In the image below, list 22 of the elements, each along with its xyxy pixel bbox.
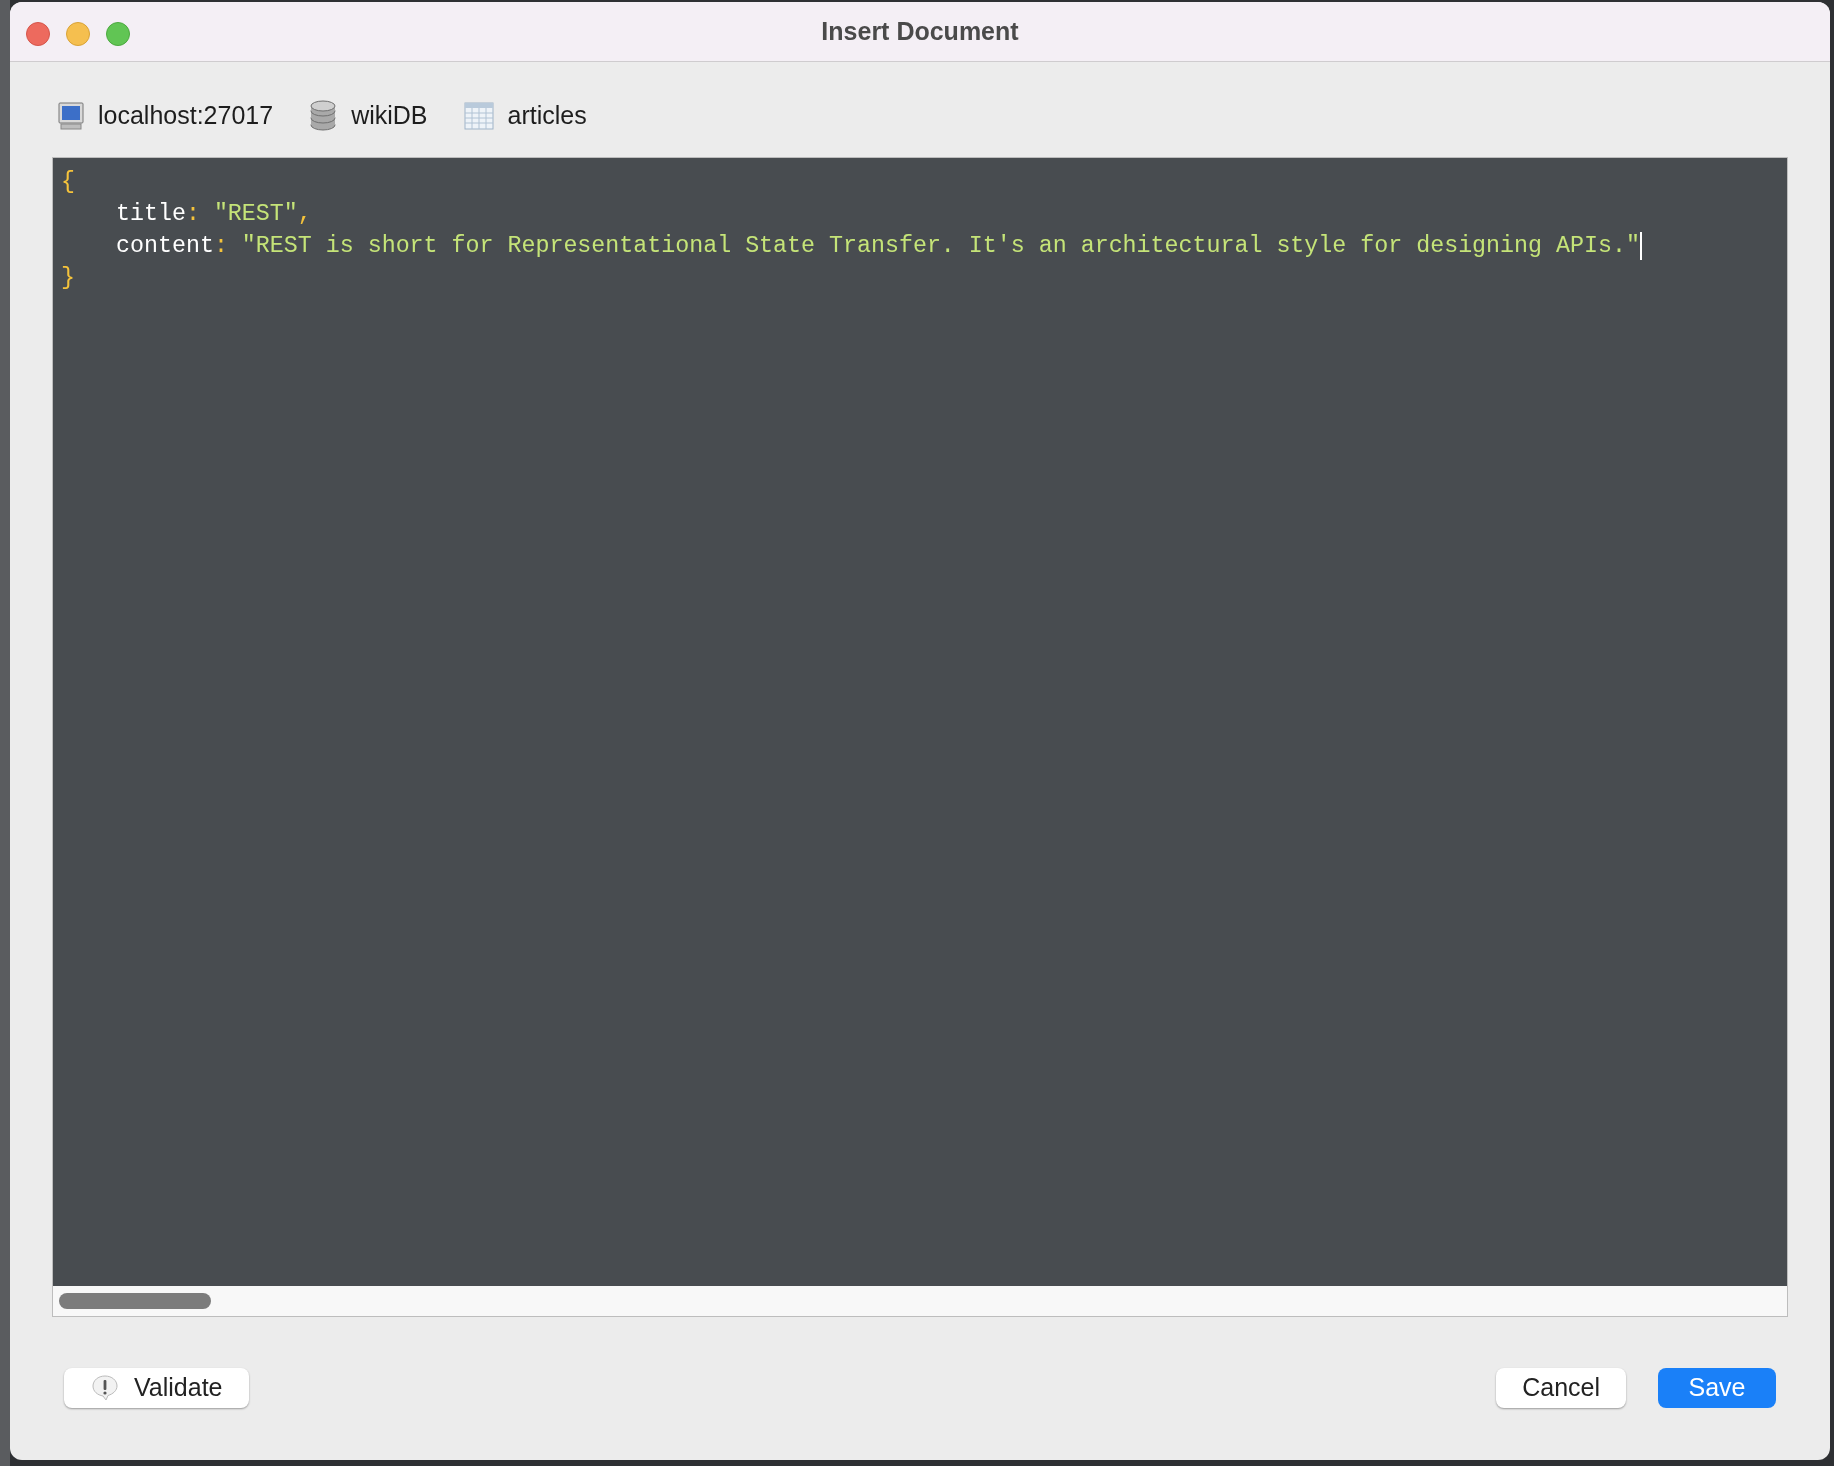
code-line: }: [61, 264, 75, 293]
minimize-button[interactable]: [66, 22, 90, 46]
validate-button[interactable]: Validate: [64, 1368, 249, 1408]
monitor-icon: [58, 101, 84, 130]
warning-bubble-icon: [90, 1374, 120, 1402]
breadcrumb-label: wikiDB: [351, 99, 428, 131]
database-icon: [309, 99, 338, 132]
code-editor[interactable]: { title: "REST", content: "REST is short for Representational State Transfer. It's an architectural style for designing APIs." }: [52, 157, 1788, 1317]
close-button[interactable]: [26, 22, 50, 46]
text-cursor: [1639, 232, 1642, 260]
table-icon: [463, 101, 494, 130]
horizontal-scrollbar[interactable]: [53, 1286, 1787, 1316]
window-title: Insert Document: [821, 15, 1019, 47]
scrollbar-thumb[interactable]: [59, 1293, 211, 1309]
breadcrumb-label: articles: [507, 99, 587, 131]
breadcrumb-label: localhost:27017: [98, 99, 274, 131]
code-line: {: [61, 168, 75, 197]
zoom-button[interactable]: [106, 22, 130, 46]
cancel-button[interactable]: Cancel: [1496, 1368, 1626, 1408]
save-button[interactable]: Save: [1658, 1368, 1776, 1408]
code-line: content: "REST is short for Representational State Transfer. It's an architectural style for designing APIs.": [116, 232, 1640, 261]
code-line: title: "REST",: [116, 200, 312, 229]
